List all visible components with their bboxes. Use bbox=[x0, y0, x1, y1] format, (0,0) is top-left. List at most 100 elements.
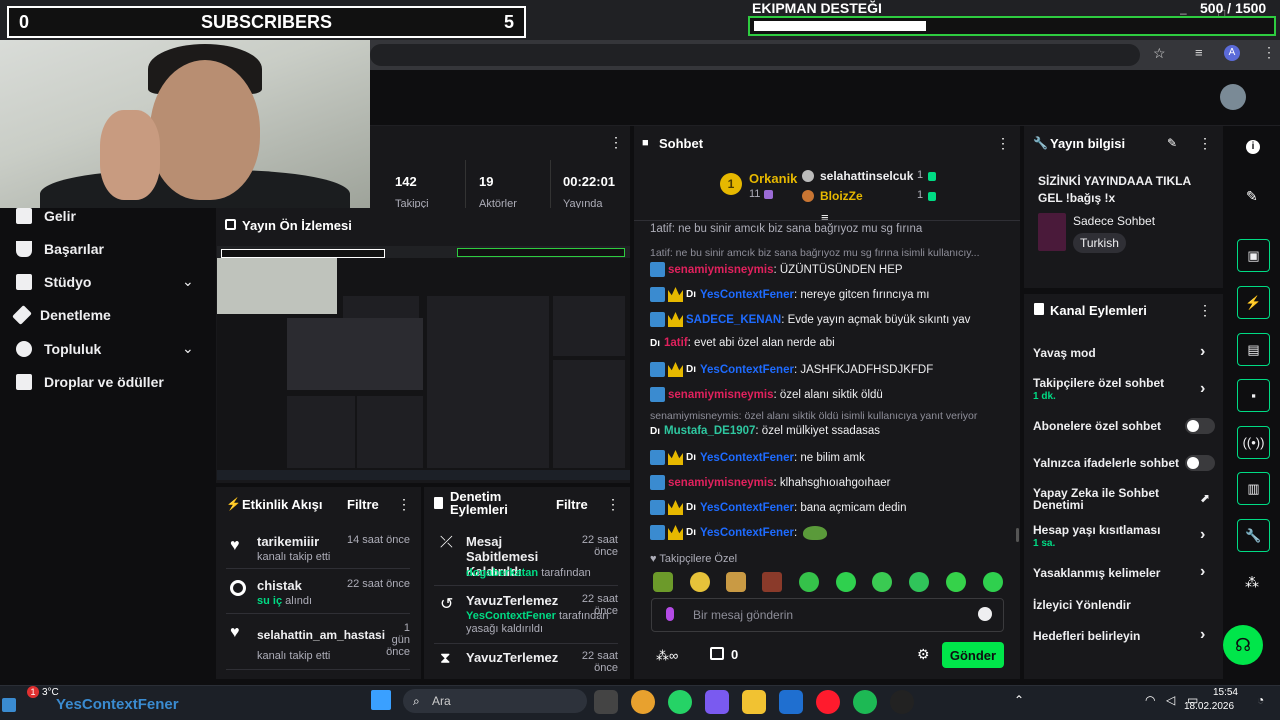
mod-item-who[interactable]: dogaberkatan bbox=[466, 567, 538, 579]
user-avatar[interactable] bbox=[1220, 84, 1246, 110]
volume-icon[interactable]: ◁ bbox=[1166, 693, 1175, 707]
rail-broadcast-button[interactable]: ((•)) bbox=[1237, 426, 1270, 459]
opera-icon[interactable] bbox=[816, 690, 840, 714]
chevron-right-icon[interactable]: › bbox=[1200, 526, 1205, 544]
sidebar-item-denetleme[interactable]: Denetleme bbox=[12, 305, 111, 325]
chat-username[interactable]: YesContextFener bbox=[700, 452, 794, 464]
rail-chat-button[interactable]: ▪ bbox=[1237, 379, 1270, 412]
chat-username[interactable]: Mustafa_DE1907 bbox=[664, 425, 755, 437]
sub-only-toggle[interactable] bbox=[1185, 418, 1215, 434]
sidebar-item-droplar[interactable]: Droplar ve ödüller bbox=[16, 374, 164, 390]
address-bar[interactable] bbox=[370, 44, 1140, 66]
category-name[interactable]: Sadece Sohbet bbox=[1073, 214, 1155, 228]
stream-info-menu-icon[interactable]: ⋮ bbox=[1198, 135, 1212, 152]
channel-actions-menu-icon[interactable]: ⋮ bbox=[1198, 302, 1212, 319]
emote-icon[interactable] bbox=[909, 572, 929, 592]
task-view-icon[interactable] bbox=[594, 690, 618, 714]
rail-info-button[interactable]: 🔧 bbox=[1237, 519, 1270, 552]
chat-username[interactable]: senamiymisneymis bbox=[668, 389, 773, 401]
chat-menu-icon[interactable]: ⋮ bbox=[996, 135, 1010, 152]
edit-icon[interactable]: ✎ bbox=[1246, 188, 1258, 205]
emote-icon[interactable] bbox=[653, 572, 673, 592]
obs-icon[interactable] bbox=[890, 690, 914, 714]
taskbar-search[interactable] bbox=[403, 689, 587, 713]
wifi-icon[interactable]: ◠ bbox=[1145, 693, 1155, 707]
microphone-icon[interactable] bbox=[666, 607, 674, 621]
activity-user[interactable]: chistak bbox=[257, 578, 302, 593]
activity-user[interactable]: selahattin_am_hastasi bbox=[257, 628, 385, 642]
action-emote-only[interactable]: Yalnızca ifadelerle sohbet bbox=[1033, 456, 1179, 470]
sidebar-item-gelir[interactable]: Gelir bbox=[16, 208, 76, 224]
chevron-right-icon[interactable]: › bbox=[1200, 380, 1205, 398]
chat-username[interactable]: senamiymisneymis bbox=[668, 264, 773, 276]
chat-input-placeholder[interactable]: Bir mesaj gönderin bbox=[693, 608, 793, 622]
chrome-icon[interactable] bbox=[631, 690, 655, 714]
rail-actions-button[interactable]: ▥ bbox=[1237, 472, 1270, 505]
sidebar-item-basarilar[interactable]: Başarılar bbox=[16, 241, 104, 257]
edit-icon[interactable]: ✎ bbox=[1167, 136, 1177, 150]
spotify-icon[interactable] bbox=[853, 690, 877, 714]
action-ai-moderation[interactable]: Yapay Zeka ile Sohbet Denetimi bbox=[1033, 487, 1183, 511]
mod-item-who[interactable]: YesContextFener bbox=[466, 610, 556, 622]
profile-avatar[interactable]: A bbox=[1224, 45, 1240, 61]
windows-start-icon[interactable] bbox=[371, 690, 391, 710]
points-icon[interactable]: ⁂∞ bbox=[656, 648, 678, 664]
external-link-icon[interactable]: ⬈ bbox=[1200, 491, 1210, 505]
more-icon[interactable]: ⁂ bbox=[1245, 574, 1259, 591]
chevron-right-icon[interactable]: › bbox=[1200, 343, 1205, 361]
chat-username[interactable]: YesContextFener bbox=[700, 289, 794, 301]
chat-username[interactable]: YesContextFener bbox=[700, 502, 794, 514]
taskbar-search-placeholder[interactable]: Ara bbox=[432, 694, 451, 708]
emote-icon[interactable] bbox=[836, 572, 856, 592]
chevron-down-icon[interactable]: ⌄ bbox=[182, 273, 194, 290]
action-banned-words[interactable]: Yasaklanmış kelimeler bbox=[1033, 566, 1160, 580]
chat-username[interactable]: SADECE_KENAN bbox=[686, 314, 781, 326]
browser-menu-icon[interactable]: ⋮ bbox=[1262, 44, 1276, 61]
chat-scrollbar[interactable] bbox=[1016, 528, 1019, 542]
stats-menu-icon[interactable]: ⋮ bbox=[609, 134, 623, 151]
leader-third-name[interactable]: BloizZe bbox=[820, 189, 863, 203]
sidebar-item-topluluk[interactable]: Topluluk bbox=[16, 341, 101, 357]
chat-settings-icon[interactable]: ⚙ bbox=[917, 646, 930, 663]
rail-activity-button[interactable]: ⚡ bbox=[1237, 286, 1270, 319]
action-goals[interactable]: Hedefleri belirleyin bbox=[1033, 629, 1140, 643]
rail-moderation-button[interactable]: ▤ bbox=[1237, 333, 1270, 366]
clock-time[interactable]: 15:54 bbox=[1210, 687, 1238, 698]
chat-username[interactable]: YesContextFener bbox=[700, 527, 794, 539]
tray-expand-icon[interactable]: ⌃ bbox=[1014, 693, 1024, 707]
chevron-down-icon[interactable]: ⌄ bbox=[182, 340, 194, 357]
emote-icon[interactable] bbox=[946, 572, 966, 592]
emoji-picker-icon[interactable] bbox=[978, 607, 992, 621]
sidebar-item-studyo[interactable]: Stüdyo bbox=[16, 274, 91, 290]
action-account-age[interactable]: Hesap yaşı kısıtlaması bbox=[1033, 523, 1160, 537]
activity-filter-button[interactable]: Filtre bbox=[347, 497, 379, 512]
emote-icon[interactable] bbox=[872, 572, 892, 592]
action-raid[interactable]: İzleyici Yönlendir bbox=[1033, 598, 1131, 612]
tag-chip[interactable]: Turkish bbox=[1073, 233, 1126, 253]
category-thumbnail[interactable] bbox=[1038, 213, 1066, 251]
chevron-right-icon[interactable]: › bbox=[1200, 563, 1205, 581]
activity-menu-icon[interactable]: ⋮ bbox=[397, 496, 411, 513]
clock-date[interactable]: 18.02.2026 bbox=[1184, 701, 1234, 712]
chevron-right-icon[interactable]: › bbox=[1200, 626, 1205, 644]
copilot-icon[interactable] bbox=[705, 690, 729, 714]
rail-preview-button[interactable]: ▣ bbox=[1237, 239, 1270, 272]
moderation-menu-icon[interactable]: ⋮ bbox=[606, 496, 620, 513]
bookmark-star-icon[interactable]: ☆ bbox=[1153, 45, 1166, 62]
whatsapp-icon[interactable] bbox=[668, 690, 692, 714]
emote-icon[interactable] bbox=[799, 572, 819, 592]
info-icon[interactable]: i bbox=[1246, 140, 1260, 154]
emote-icon[interactable] bbox=[983, 572, 1003, 592]
media-icon[interactable]: ≡ bbox=[1195, 45, 1203, 60]
file-explorer-icon[interactable] bbox=[742, 690, 766, 714]
store-icon[interactable] bbox=[710, 647, 724, 660]
emote-icon[interactable] bbox=[762, 572, 782, 592]
chat-username[interactable]: 1atif bbox=[664, 337, 688, 349]
notification-bell-icon[interactable]: ◔ bbox=[1257, 693, 1264, 707]
emote-icon[interactable] bbox=[726, 572, 746, 592]
stream-preview-video[interactable] bbox=[217, 246, 630, 480]
moderation-filter-button[interactable]: Filtre bbox=[556, 497, 588, 512]
chat-username[interactable]: senamiymisneymis bbox=[668, 477, 773, 489]
weather-icon[interactable] bbox=[2, 698, 16, 712]
send-button[interactable]: Gönder bbox=[942, 642, 1004, 668]
